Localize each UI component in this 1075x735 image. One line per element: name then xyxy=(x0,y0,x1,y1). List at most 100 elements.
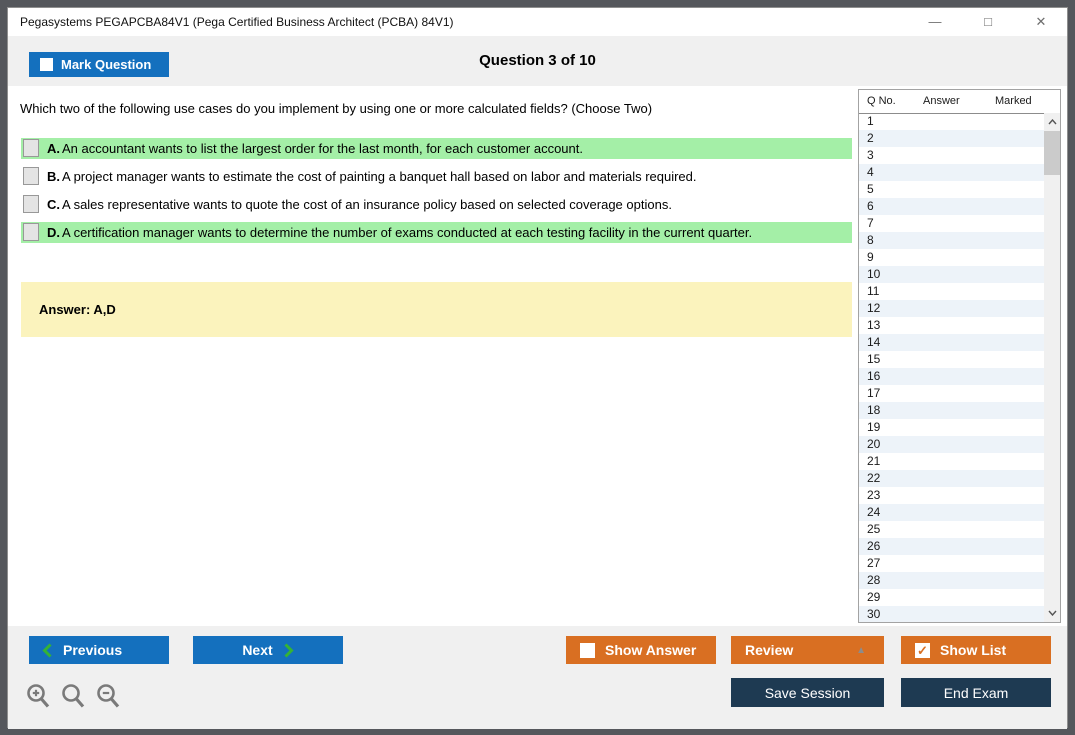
question-number: 21 xyxy=(867,454,881,468)
question-list-row[interactable]: 18 xyxy=(859,402,1044,419)
question-number: 20 xyxy=(867,437,881,451)
scroll-down-button[interactable] xyxy=(1044,605,1060,621)
question-number: 15 xyxy=(867,352,881,366)
question-list-row[interactable]: 25 xyxy=(859,521,1044,538)
question-list-row[interactable]: 29 xyxy=(859,589,1044,606)
option-text: A certification manager wants to determi… xyxy=(62,225,753,240)
option-letter: A. xyxy=(47,141,60,156)
question-toolbar: Mark Question Question 3 of 10 xyxy=(8,36,1067,86)
show-answer-button[interactable]: Show Answer xyxy=(566,636,716,664)
question-list-row[interactable]: 1 xyxy=(859,113,1044,130)
show-answer-label: Show Answer xyxy=(605,642,697,658)
question-number: 16 xyxy=(867,369,881,383)
zoom-controls xyxy=(26,683,122,710)
show-list-checkbox-icon: ✓ xyxy=(915,642,930,658)
dropdown-arrow-icon: ▲ xyxy=(856,644,866,656)
question-list-row[interactable]: 12 xyxy=(859,300,1044,317)
column-header-answer: Answer xyxy=(923,95,960,107)
option-checkbox[interactable] xyxy=(23,139,39,157)
save-session-label: Save Session xyxy=(764,684,851,701)
question-number: 4 xyxy=(867,165,874,179)
question-list-row[interactable]: 2 xyxy=(859,130,1044,147)
answer-option-c[interactable]: C. A sales representative wants to quote … xyxy=(21,194,852,215)
option-letter: B. xyxy=(47,169,60,184)
review-button[interactable]: Review ▲ xyxy=(731,636,884,664)
question-list-row[interactable]: 4 xyxy=(859,164,1044,181)
question-number: 3 xyxy=(867,148,874,162)
end-exam-label: End Exam xyxy=(943,684,1009,701)
question-list-row[interactable]: 5 xyxy=(859,181,1044,198)
question-number: 6 xyxy=(867,199,874,213)
question-number: 27 xyxy=(867,556,881,570)
question-list-row[interactable]: 16 xyxy=(859,368,1044,385)
question-number: 17 xyxy=(867,386,881,400)
question-list-row[interactable]: 22 xyxy=(859,470,1044,487)
previous-button[interactable]: Previous xyxy=(29,636,169,664)
zoom-reset-icon[interactable] xyxy=(61,683,87,710)
show-answer-checkbox-icon xyxy=(580,642,595,658)
question-counter: Question 3 of 10 xyxy=(479,52,596,69)
question-number: 7 xyxy=(867,216,874,230)
answer-option-a[interactable]: A. An accountant wants to list the larges… xyxy=(21,138,852,159)
option-text: A project manager wants to estimate the … xyxy=(62,169,697,184)
question-list-row[interactable]: 7 xyxy=(859,215,1044,232)
minimize-button[interactable]: — xyxy=(927,14,943,30)
window-controls: — □ ✕ xyxy=(927,8,1049,36)
option-checkbox[interactable] xyxy=(23,223,39,241)
question-list-row[interactable]: 24 xyxy=(859,504,1044,521)
question-list-row[interactable]: 10 xyxy=(859,266,1044,283)
question-list-row[interactable]: 19 xyxy=(859,419,1044,436)
question-list-row[interactable]: 15 xyxy=(859,351,1044,368)
question-panel: Which two of the following use cases do … xyxy=(8,86,858,626)
question-list-row[interactable]: 11 xyxy=(859,283,1044,300)
maximize-button[interactable]: □ xyxy=(980,14,996,30)
question-number: 9 xyxy=(867,250,874,264)
title-bar: Pegasystems PEGAPCBA84V1 (Pega Certified… xyxy=(8,8,1067,36)
question-number: 30 xyxy=(867,607,881,621)
option-text: An accountant wants to list the largest … xyxy=(62,141,583,156)
question-list-row[interactable]: 6 xyxy=(859,198,1044,215)
scroll-up-button[interactable] xyxy=(1044,114,1060,130)
column-header-marked: Marked xyxy=(995,95,1032,107)
options-list: A. An accountant wants to list the larges… xyxy=(21,138,852,250)
question-number: 22 xyxy=(867,471,881,485)
option-checkbox[interactable] xyxy=(23,195,39,213)
exam-window: Pegasystems PEGAPCBA84V1 (Pega Certified… xyxy=(7,7,1068,729)
question-list-panel: Q No. Answer Marked 1 2 3 4 5 6 7 8 9 10 11 12 13 14 1… xyxy=(858,89,1061,623)
answer-option-b[interactable]: B. A project manager wants to estimate th… xyxy=(21,166,852,187)
question-number: 5 xyxy=(867,182,874,196)
question-list-row[interactable]: 13 xyxy=(859,317,1044,334)
option-letter: C. xyxy=(47,197,60,212)
question-list-row[interactable]: 26 xyxy=(859,538,1044,555)
zoom-in-icon[interactable] xyxy=(26,683,52,710)
question-number: 19 xyxy=(867,420,881,434)
question-list-row[interactable]: 21 xyxy=(859,453,1044,470)
answer-option-d[interactable]: D. A certification manager wants to deter… xyxy=(21,222,852,243)
zoom-out-icon[interactable] xyxy=(96,683,122,710)
next-button[interactable]: Next xyxy=(193,636,343,664)
show-list-button[interactable]: ✓ Show List xyxy=(901,636,1051,664)
question-list-row[interactable]: 27 xyxy=(859,555,1044,572)
answer-box: Answer: A,D xyxy=(21,282,852,337)
question-list-row[interactable]: 9 xyxy=(859,249,1044,266)
question-text: Which two of the following use cases do … xyxy=(20,101,653,116)
end-exam-button[interactable]: End Exam xyxy=(901,678,1051,707)
question-list-row[interactable]: 28 xyxy=(859,572,1044,589)
question-list-row[interactable]: 17 xyxy=(859,385,1044,402)
save-session-button[interactable]: Save Session xyxy=(731,678,884,707)
scrollbar-thumb[interactable] xyxy=(1044,131,1060,175)
question-list-row[interactable]: 14 xyxy=(859,334,1044,351)
question-list-row[interactable]: 8 xyxy=(859,232,1044,249)
column-header-qno: Q No. xyxy=(867,95,896,107)
question-number: 25 xyxy=(867,522,881,536)
question-list-row[interactable]: 20 xyxy=(859,436,1044,453)
question-number: 11 xyxy=(867,284,880,298)
question-list-row[interactable]: 30 xyxy=(859,606,1044,622)
option-checkbox[interactable] xyxy=(23,167,39,185)
question-number: 13 xyxy=(867,318,881,332)
close-button[interactable]: ✕ xyxy=(1033,14,1049,30)
question-list-scrollbar[interactable] xyxy=(1044,113,1060,622)
question-number: 24 xyxy=(867,505,881,519)
question-list-row[interactable]: 3 xyxy=(859,147,1044,164)
question-list-row[interactable]: 23 xyxy=(859,487,1044,504)
